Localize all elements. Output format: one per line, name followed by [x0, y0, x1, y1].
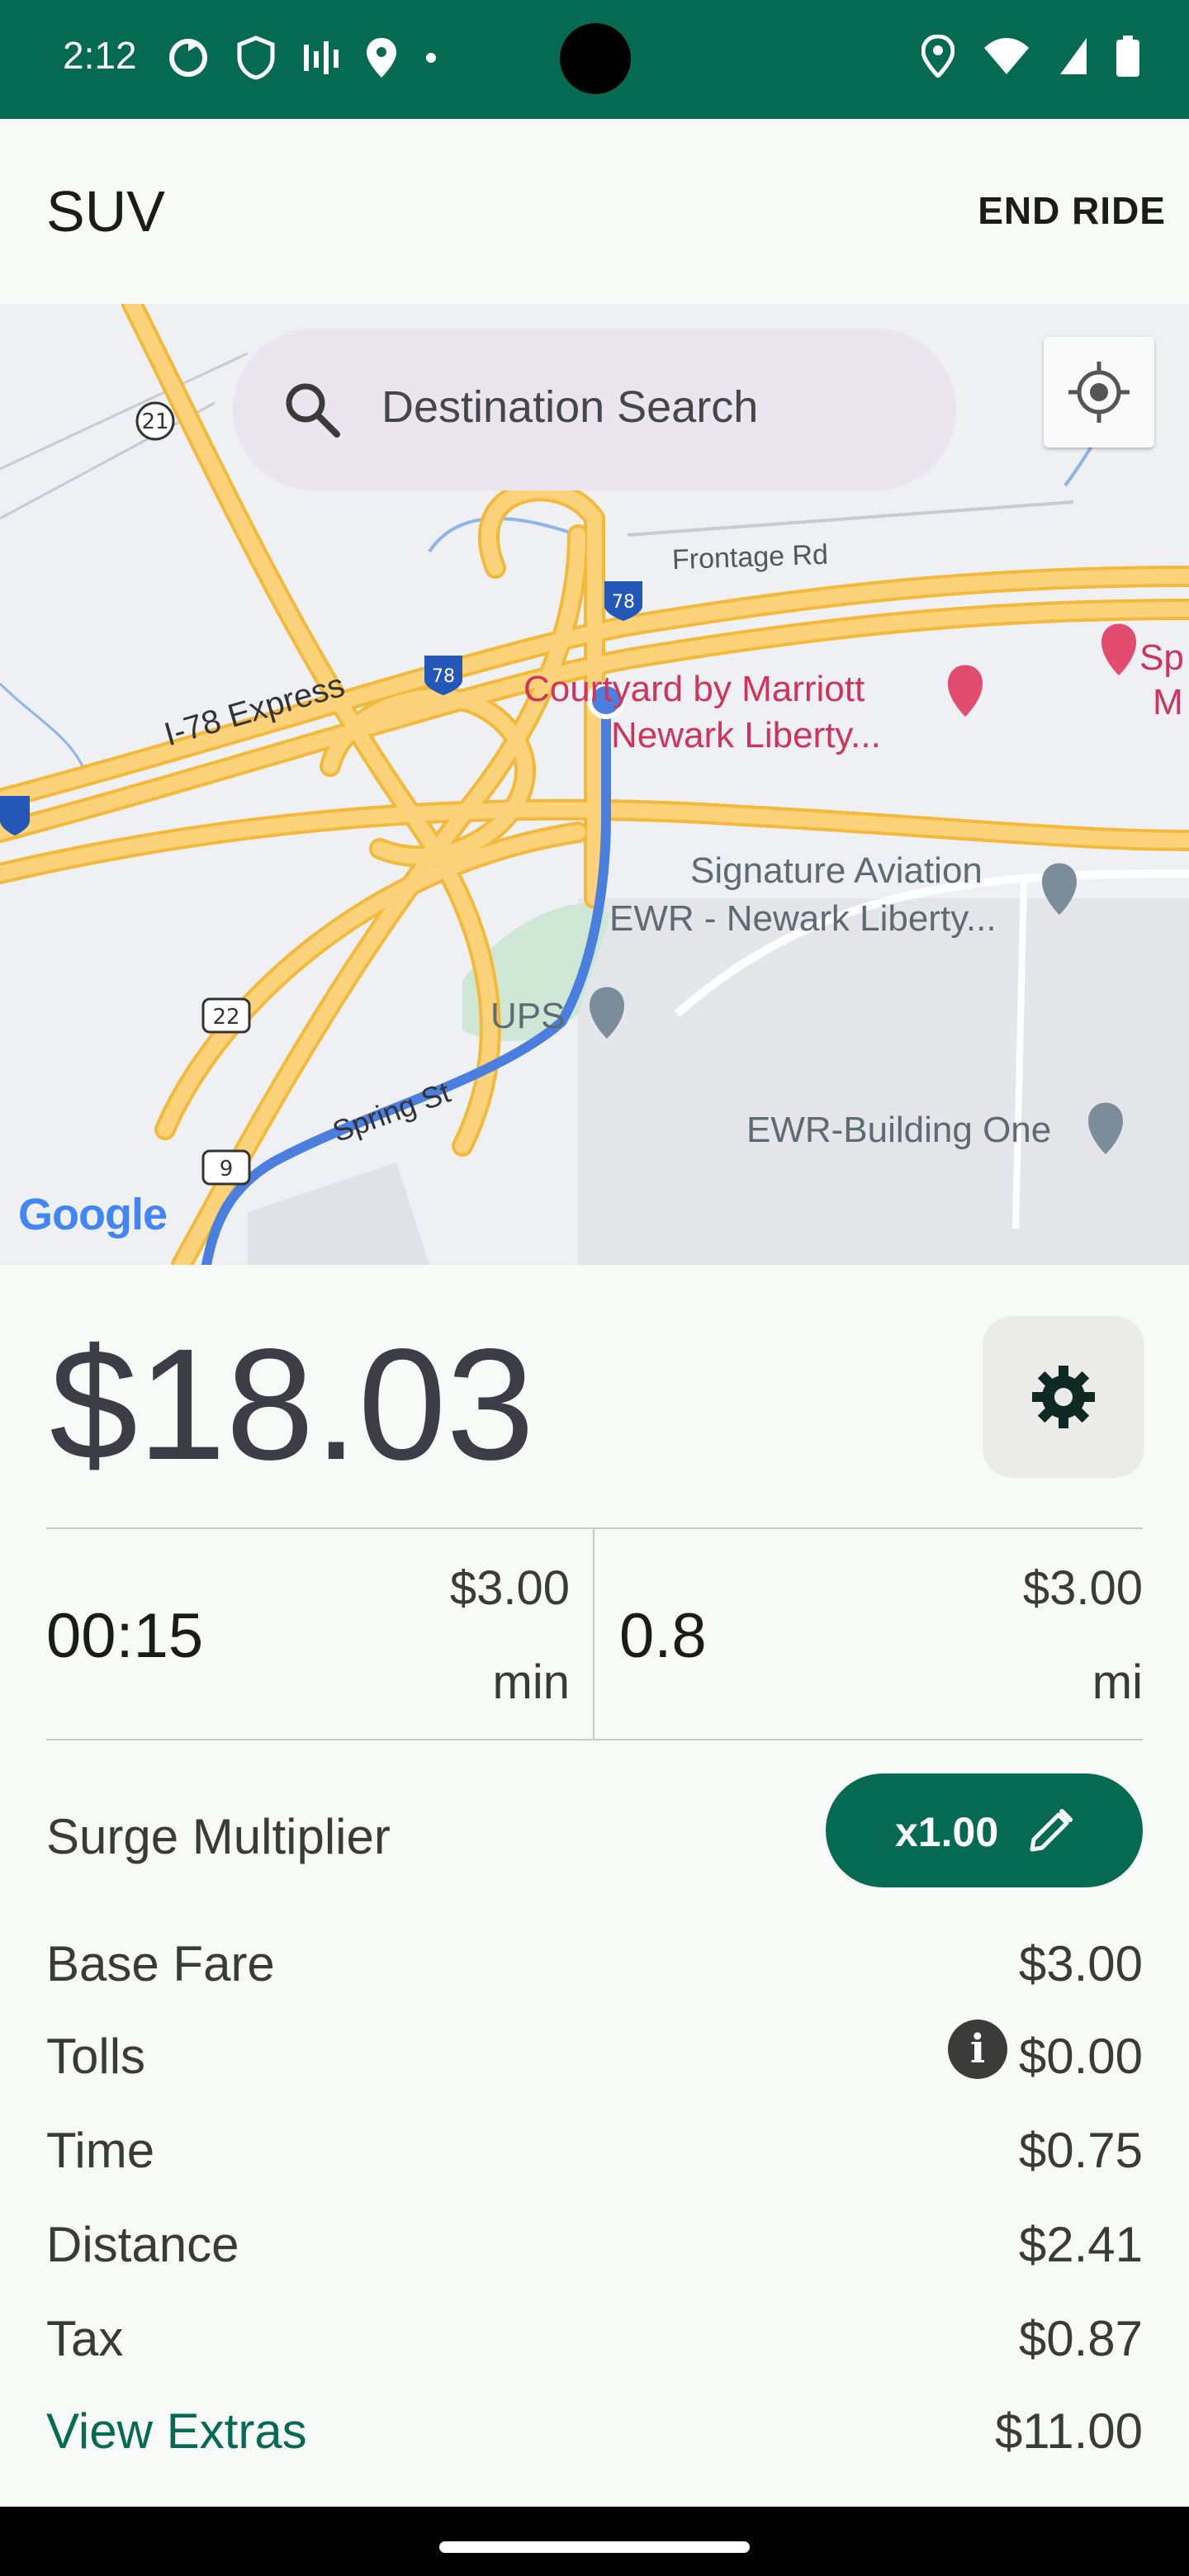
time-unit: min [492, 1655, 570, 1709]
map-label-signature: Signature Aviation [690, 850, 983, 891]
surge-multiplier-button[interactable]: x1.00 [826, 1773, 1143, 1887]
extras-value: $11.00 [994, 2403, 1143, 2459]
fare-total: $18.03 [50, 1315, 535, 1493]
gear-icon [1032, 1366, 1095, 1428]
my-location-button[interactable] [1044, 337, 1154, 447]
map-label-ewr: EWR - Newark Liberty... [609, 898, 997, 939]
destination-search[interactable]: Destination Search [233, 329, 956, 490]
svg-text:22: 22 [212, 1005, 239, 1030]
map-label-partial-m: M [1153, 682, 1183, 722]
edit-pencil-icon [1030, 1809, 1073, 1852]
location-icon [921, 35, 955, 78]
page-title: SUV [46, 179, 165, 244]
base-fare-label: Base Fare [46, 1936, 275, 1991]
map-label-frontage: Frontage Rd [671, 538, 829, 576]
distance-unit: mi [1092, 1655, 1143, 1709]
end-ride-button[interactable]: END RIDE [978, 188, 1166, 233]
status-icons-right [921, 35, 1139, 78]
stats-divider [593, 1529, 594, 1739]
ride-stats: 00:15 $3.00 min 0.8 $3.00 mi [46, 1527, 1143, 1740]
map-label-ups: UPS [490, 996, 566, 1036]
map-label-courtyard-2: Newark Liberty... [611, 715, 881, 755]
view-extras-link[interactable]: View Extras [46, 2403, 307, 2460]
base-fare-value: $3.00 [1018, 1936, 1143, 1991]
wifi-icon [984, 38, 1029, 74]
surge-value: x1.00 [895, 1809, 999, 1855]
tolls-value: $0.00 [1018, 2029, 1143, 2084]
time-label: Time [46, 2123, 155, 2178]
distance-value: 0.8 [619, 1601, 707, 1671]
app-bar: SUV END RIDE [0, 119, 1189, 304]
status-time: 2:12 [63, 34, 137, 77]
sync-icon [169, 39, 207, 77]
map-label-partial-sp: Sp [1139, 637, 1184, 678]
tolls-label: Tolls [46, 2029, 146, 2084]
battery-icon [1116, 36, 1139, 77]
tax-label: Tax [46, 2311, 124, 2366]
time-rate: $3.00 [449, 1561, 570, 1615]
status-icons-left [165, 35, 439, 81]
dot-icon [426, 53, 436, 63]
distance-label: Distance [46, 2217, 239, 2272]
my-location-icon [1068, 362, 1130, 423]
svg-text:78: 78 [612, 592, 635, 613]
svg-text:78: 78 [432, 666, 455, 687]
camera-cutout [560, 23, 631, 94]
google-logo: Google [18, 1190, 168, 1239]
status-bar: 2:12 [0, 0, 1189, 119]
search-icon [286, 383, 340, 438]
elapsed-time: 00:15 [46, 1601, 204, 1671]
audio-bars-icon [304, 41, 339, 74]
info-icon[interactable]: i [948, 2020, 1007, 2079]
svg-text:21: 21 [141, 410, 168, 434]
map-label-building: EWR-Building One [746, 1110, 1052, 1150]
map-label-courtyard: Courtyard by Marriott [523, 669, 865, 709]
location-pin-icon [367, 38, 396, 78]
tax-value: $0.87 [1018, 2311, 1143, 2366]
navigation-bar [0, 2507, 1189, 2576]
home-gesture-handle[interactable] [439, 2541, 750, 2553]
svg-text:9: 9 [220, 1157, 234, 1181]
map-view[interactable]: 21 22 9 78 78 Destination Search Frontag… [0, 304, 1189, 1265]
surge-label: Surge Multiplier [46, 1809, 391, 1864]
signal-icon [1060, 38, 1087, 74]
distance-fare-value: $2.41 [1018, 2217, 1143, 2272]
distance-rate: $3.00 [1022, 1561, 1143, 1615]
search-placeholder: Destination Search [381, 382, 759, 432]
shield-icon [237, 36, 275, 80]
time-value: $0.75 [1018, 2123, 1143, 2178]
settings-button[interactable] [983, 1316, 1144, 1478]
